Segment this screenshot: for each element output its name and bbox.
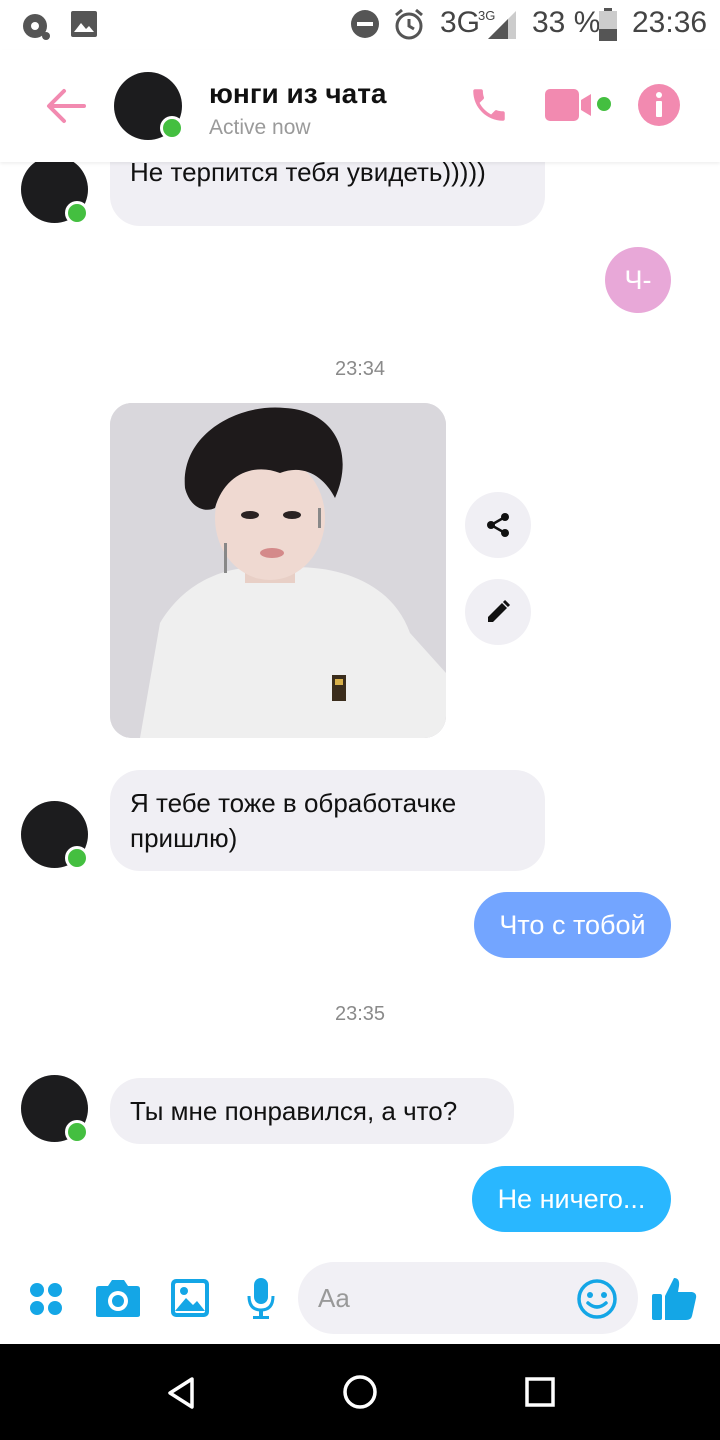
outgoing-message[interactable]: Ч- [605, 247, 671, 313]
video-online-dot [597, 97, 611, 111]
online-indicator [160, 116, 184, 140]
video-camera-icon[interactable] [543, 85, 599, 125]
emoji-icon[interactable] [576, 1278, 618, 1320]
incoming-message[interactable]: Я тебе тоже в обработачке пришлю) [110, 770, 545, 871]
android-nav-bar [0, 1344, 720, 1440]
notification-disc-icon [23, 14, 50, 40]
timestamp: 23:34 [334, 358, 386, 380]
message-text: Ч- [624, 265, 652, 295]
thumbs-up-icon[interactable] [650, 1274, 698, 1322]
timestamp: 23:35 [334, 1003, 386, 1025]
gallery-notification-icon [71, 11, 97, 37]
network-type: 3G [440, 6, 481, 39]
contact-status: Active now [209, 116, 311, 139]
contact-name[interactable]: юнги из чата [209, 78, 387, 110]
info-icon[interactable] [637, 83, 681, 127]
battery-icon [599, 8, 617, 41]
edit-pencil-icon [488, 599, 511, 622]
do-not-disturb-icon [351, 10, 379, 38]
gallery-icon[interactable] [170, 1278, 210, 1318]
message-text: Я тебе тоже в обработачке пришлю) [130, 788, 457, 853]
apps-grid-icon[interactable] [29, 1282, 63, 1316]
battery-percent: 33 % [532, 6, 601, 39]
outgoing-message[interactable]: Не ничего... [472, 1166, 671, 1232]
message-list[interactable]: Не терпится тебя увидеть))))) Ч- 23:34 Я… [0, 162, 720, 1252]
message-input-placeholder: Aa [318, 1283, 350, 1313]
online-indicator [65, 1120, 89, 1144]
message-text: Не терпится тебя увидеть))))) [130, 162, 486, 187]
nav-recents-icon[interactable] [525, 1377, 555, 1407]
status-bar: 3G 3G 33 % 23:36 [0, 0, 720, 50]
online-indicator [65, 846, 89, 870]
signal-icon [488, 11, 516, 39]
nav-back-icon[interactable] [166, 1376, 196, 1410]
chat-header: юнги из чата Active now [0, 50, 720, 162]
nav-home-icon[interactable] [342, 1374, 378, 1410]
incoming-message[interactable]: Не терпится тебя увидеть))))) [110, 162, 545, 226]
incoming-message[interactable]: Ты мне понравился, а что? [110, 1078, 514, 1144]
message-text: Ты мне понравился, а что? [130, 1096, 458, 1126]
online-indicator [65, 201, 89, 225]
photo-portrait-image [110, 403, 446, 738]
share-button[interactable] [465, 492, 531, 558]
message-text: Не ничего... [497, 1184, 646, 1214]
alarm-icon [395, 8, 423, 40]
photo-message[interactable] [110, 403, 446, 738]
phone-icon[interactable] [468, 84, 510, 126]
back-arrow-icon[interactable] [44, 84, 88, 128]
camera-icon[interactable] [95, 1278, 141, 1318]
message-text: Что с тобой [499, 910, 646, 940]
edit-button[interactable] [465, 579, 531, 645]
outgoing-message[interactable]: Что с тобой [474, 892, 671, 958]
microphone-icon[interactable] [245, 1276, 277, 1320]
share-icon [487, 513, 509, 537]
clock: 23:36 [632, 6, 708, 39]
